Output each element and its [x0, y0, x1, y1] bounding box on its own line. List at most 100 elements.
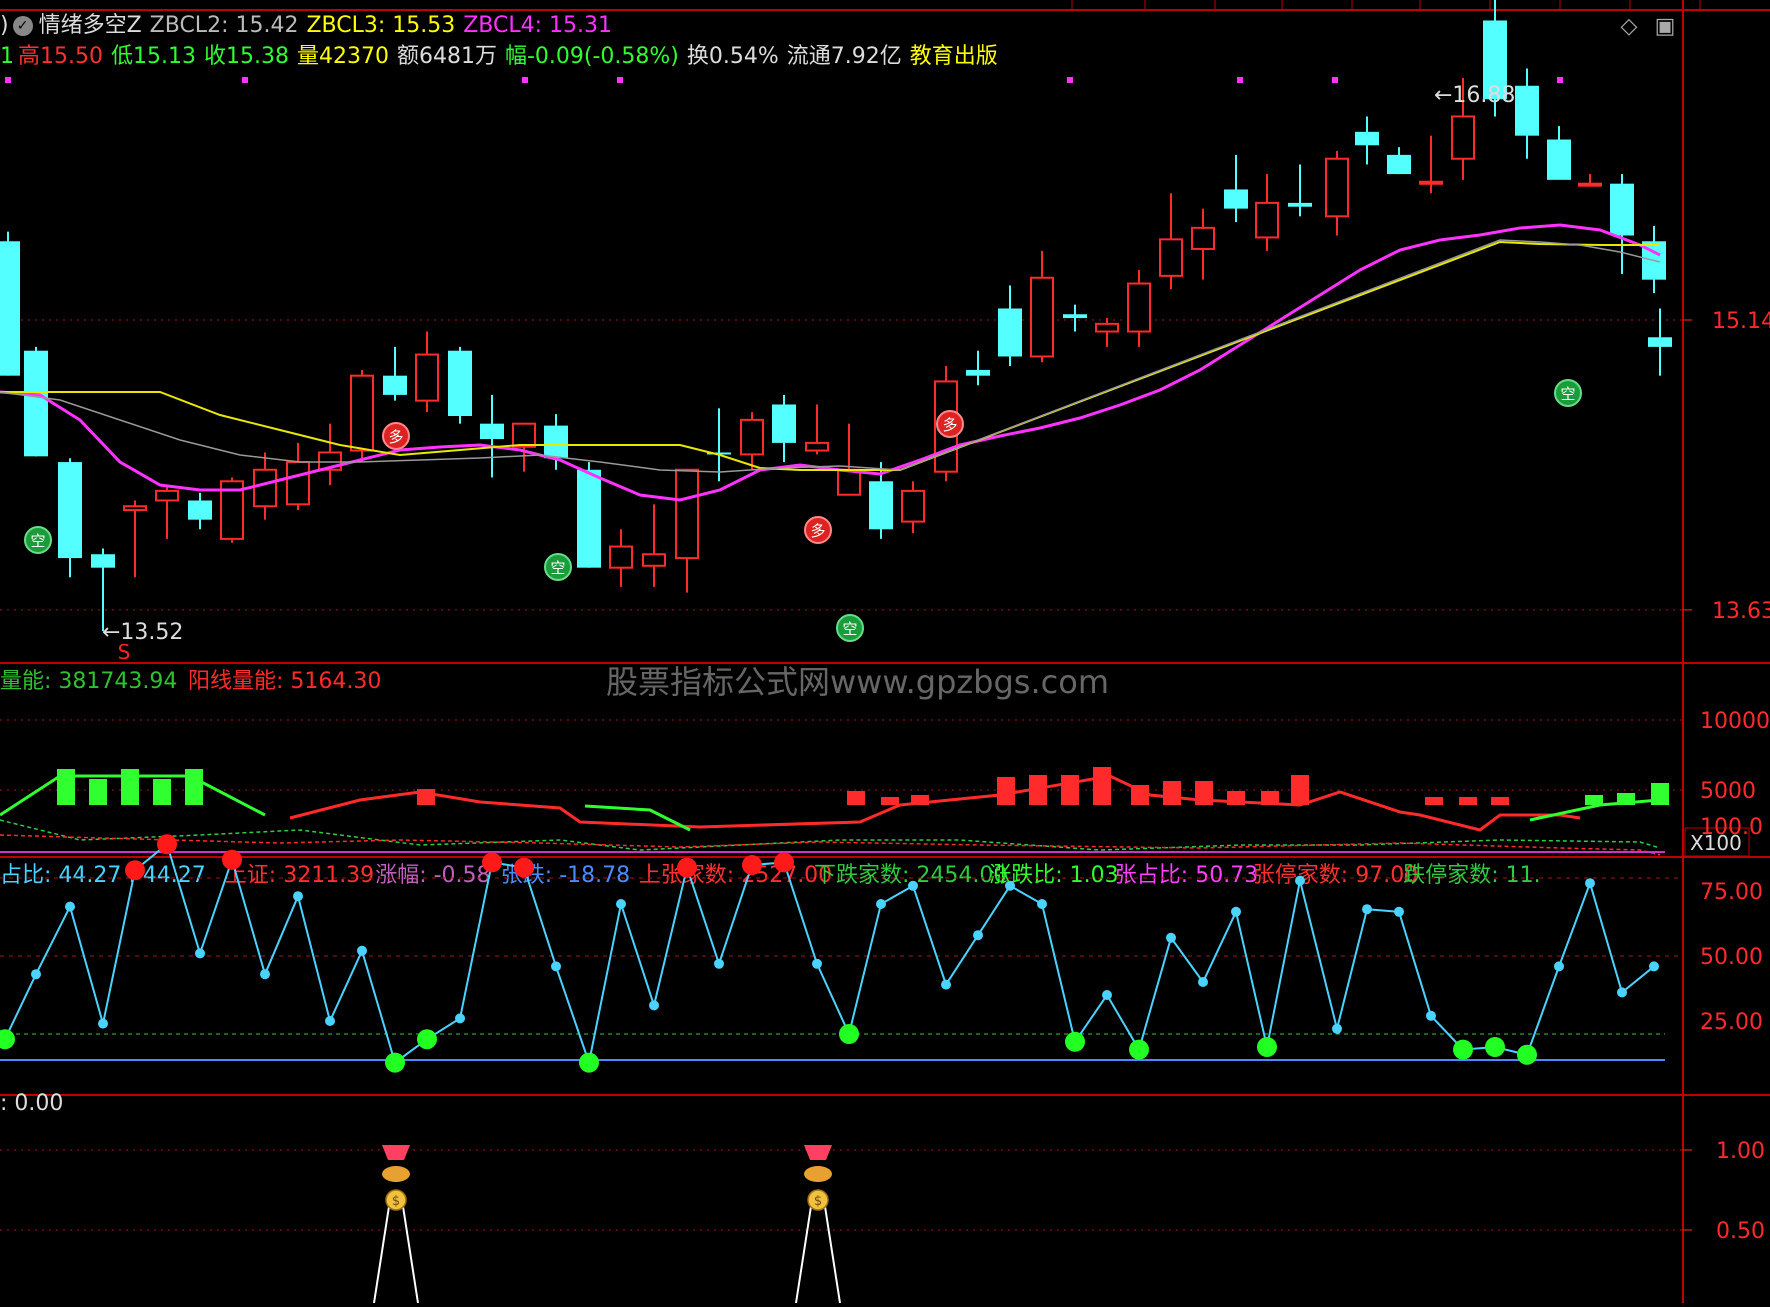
breadth-axis-label: 50.00 — [1700, 945, 1763, 970]
signal-value-label: : 0.00 — [0, 1091, 63, 1116]
breadth-point — [1554, 961, 1564, 972]
candle-body — [642, 553, 666, 567]
breadth-high-dot — [742, 855, 762, 875]
signal-dot — [1067, 77, 1073, 83]
indicator-title[interactable]: 情绪多空Z — [39, 13, 142, 38]
bear-badge-label: 空 — [30, 532, 45, 550]
candle-body — [901, 489, 925, 523]
breadth-low-dot — [1517, 1044, 1537, 1065]
breadth-point — [551, 961, 561, 972]
volume-bar — [1491, 797, 1509, 805]
ingot-icon — [804, 1166, 832, 1182]
breadth-label-9: 跌停家数: 11. — [1403, 863, 1540, 888]
sector-link[interactable]: 教育出版 — [910, 44, 998, 69]
breadth-high-dot — [514, 857, 534, 878]
change-value: 幅-0.09(-0.58%) — [504, 44, 679, 69]
volume-energy-label: 量能: 381743.94 — [0, 669, 177, 694]
breadth-point — [616, 899, 626, 909]
bear-badge-label: 空 — [550, 559, 565, 577]
indicator-header: ) ✓ 情绪多空Z ZBCL2: 15.42 ZBCL3: 15.53 ZBCL4: 15… — [0, 13, 620, 39]
stock-chart[interactable]: 15.1413.63←16.88←13.52S多多多空空空空量能: 381743… — [0, 0, 1770, 1304]
volume-bar — [121, 769, 139, 805]
breadth-high-dot — [774, 852, 794, 873]
candle-body — [188, 500, 212, 520]
candle-body — [544, 425, 568, 459]
candle-body — [1648, 337, 1672, 347]
breadth-point — [649, 1000, 659, 1011]
breadth-low-dot — [1257, 1037, 1277, 1057]
breadth-point — [98, 1018, 108, 1029]
ingot-icon — [382, 1166, 410, 1182]
breadth-axis-label: 100.0 — [1700, 815, 1763, 840]
volume-bar — [1163, 781, 1181, 805]
breadth-high-dot — [222, 849, 242, 870]
high-price-marker: ←16.88 — [1434, 83, 1515, 108]
candle-body — [512, 422, 536, 448]
candle-body — [1547, 139, 1571, 180]
candle-body — [155, 489, 179, 502]
breadth-label-4: 上张家数: 2527.00 — [639, 863, 832, 888]
bear-badge-label: 空 — [842, 620, 857, 638]
chart-stage[interactable]: 15.14 13.63 ←16.88 ←13.52 S 多多多空空空空量能: 381743… — [0, 0, 1770, 1304]
dollar-icon: $ — [392, 1194, 400, 1209]
ma-line-main — [0, 223, 1661, 502]
candle-body — [253, 468, 277, 508]
candle-body — [383, 375, 407, 395]
candle-body — [1419, 180, 1443, 185]
candle-body — [1610, 183, 1634, 236]
volume-bar — [1093, 767, 1111, 805]
candle-body — [998, 308, 1022, 357]
ma-line-slow — [0, 240, 1660, 471]
low-price-marker: ←13.52 — [102, 620, 183, 645]
breadth-point — [1198, 977, 1208, 987]
candle-body — [58, 462, 82, 559]
candle-body — [1288, 202, 1312, 207]
signal-axis-label: 0.50 — [1716, 1219, 1765, 1244]
breadth-point — [876, 899, 886, 909]
breadth-low-dot — [1485, 1037, 1505, 1057]
breadth-point — [260, 969, 270, 980]
signal-spike — [795, 1199, 841, 1304]
candle-body — [1325, 157, 1349, 218]
zbcl3-value: ZBCL3: 15.53 — [306, 13, 456, 38]
candle-body — [772, 404, 796, 443]
bull-badge-label: 多 — [942, 416, 957, 434]
breadth-label-7: 张占比: 50.73 — [1115, 863, 1258, 888]
diamond-icon[interactable]: ◇ — [1616, 14, 1642, 40]
breadth-low-dot — [1129, 1039, 1149, 1060]
breadth-point — [1394, 906, 1404, 917]
breadth-low-dot — [839, 1024, 859, 1044]
signal-dot — [242, 77, 248, 83]
dropdown-icon[interactable]: ✓ — [12, 16, 33, 36]
breadth-point — [1102, 990, 1112, 1000]
candle-body — [415, 353, 439, 402]
candle-body — [577, 469, 601, 568]
breadth-low-dot — [0, 1029, 15, 1050]
candle-body — [805, 441, 829, 452]
volume-bar — [997, 777, 1015, 805]
volume-value: 量42370 — [296, 44, 389, 69]
panel-toggle-icon[interactable]: ▣ — [1652, 14, 1678, 40]
volume-bar — [153, 779, 171, 805]
breadth-point — [357, 945, 367, 956]
breadth-high-dot — [157, 834, 177, 855]
volume-axis-label: 5000 — [1700, 779, 1756, 804]
breadth-high-dot — [482, 852, 502, 873]
breadth-low-dot — [417, 1029, 437, 1050]
candle-body — [675, 468, 699, 560]
high-value: 高15.50 — [18, 44, 103, 69]
breadth-low-dot — [385, 1052, 405, 1073]
breadth-point — [325, 1016, 335, 1026]
candle-body — [1063, 314, 1087, 319]
candle-body — [91, 554, 115, 568]
quote-row: 1 高15.50 低15.13 收15.38 量42370 额6481万 幅-0.09(-0… — [0, 44, 1006, 70]
candle-body — [869, 481, 893, 530]
breadth-point — [293, 891, 303, 902]
lead-text: 1 — [0, 44, 14, 69]
breadth-label-2: 涨幅: -0.58 — [375, 863, 490, 888]
breadth-point — [1585, 878, 1595, 889]
candle-body — [1515, 85, 1539, 136]
price-axis-label: 13.63 — [1712, 599, 1770, 624]
breadth-low-dot — [1453, 1039, 1473, 1060]
signal-dot — [1557, 77, 1563, 83]
